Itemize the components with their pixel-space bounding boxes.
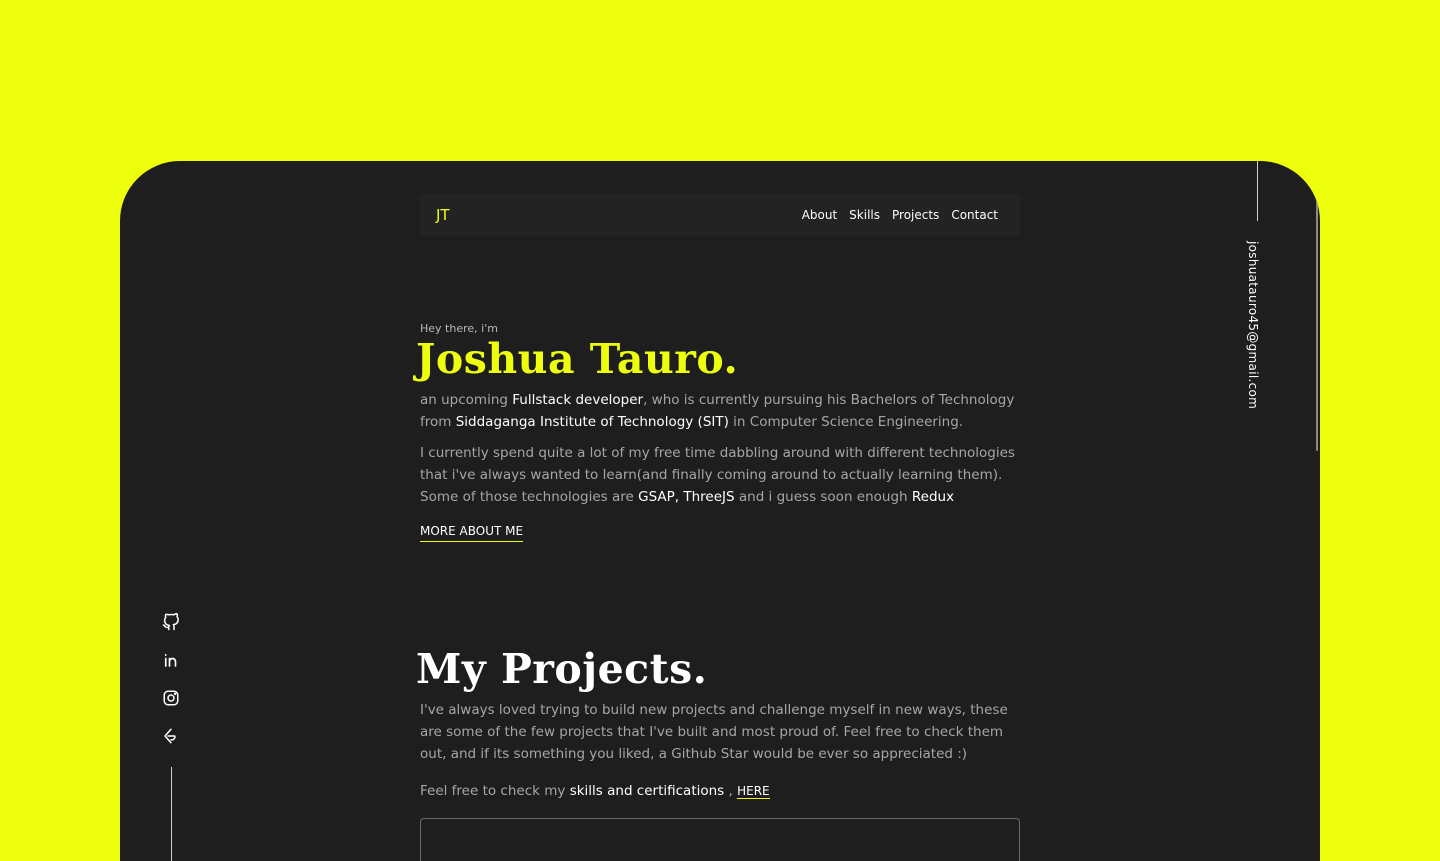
social-divider-line [171,767,172,861]
detail-highlight-redux: Redux [911,489,955,505]
hashnode-icon[interactable] [162,727,180,745]
portfolio-page: JT About Skills Projects Contact Hey the… [120,161,1320,861]
email-divider-line [1257,161,1258,221]
nav-link-projects[interactable]: Projects [892,208,939,222]
projects-description: I've always loved trying to build new pr… [420,702,1008,762]
detail-paragraph: I currently spend quite a lot of my free… [420,442,1020,508]
intro-text-3: in Computer Science Engineering. [728,414,964,430]
skills-highlight: skills and certifications [569,783,725,799]
hero-name: Joshua Tauro. [416,335,739,383]
skills-text-1: Feel free to check my [420,783,570,799]
intro-highlight-college: Siddaganga Institute of Technology (SIT) [455,414,729,430]
instagram-icon[interactable] [162,689,180,707]
detail-highlight-tech: GSAP, ThreeJS [638,489,735,505]
social-links [162,613,182,765]
intro-highlight-role: Fullstack developer [512,392,644,408]
navbar: JT About Skills Projects Contact [420,193,1020,236]
intro-paragraph: an upcoming Fullstack developer, who is … [420,389,1020,433]
projects-title: My Projects. [416,645,708,693]
project-card[interactable] [420,818,1020,861]
intro-text-1: an upcoming [420,392,513,408]
more-about-me-link[interactable]: MORE ABOUT ME [420,524,524,542]
github-icon[interactable] [162,613,180,631]
detail-text-2: and i guess soon enough [734,489,912,505]
linkedin-icon[interactable] [162,651,180,669]
skills-check-line: Feel free to check my skills and certifi… [420,780,1020,802]
nav-links: About Skills Projects Contact [802,208,998,222]
nav-link-contact[interactable]: Contact [951,208,998,222]
greeting: Hey there, i'm [420,322,498,335]
email-link[interactable]: joshuatauro45@gmail.com [1246,241,1260,409]
skills-here-link[interactable]: HERE [737,784,770,799]
logo[interactable]: JT [436,206,450,224]
nav-link-about[interactable]: About [802,208,837,222]
nav-link-skills[interactable]: Skills [849,208,880,222]
skills-text-2: , [724,783,738,799]
scrollbar[interactable] [1316,201,1318,451]
